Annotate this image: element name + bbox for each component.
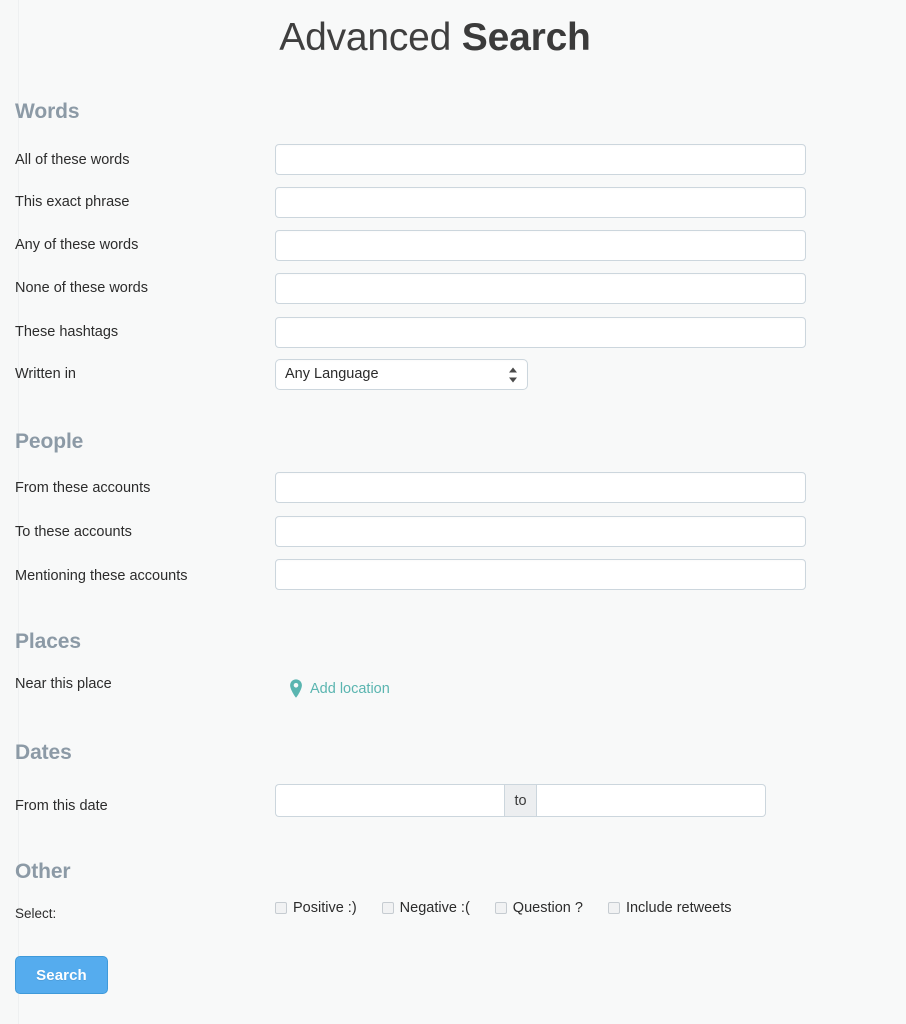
input-none-of-these-words[interactable] — [275, 273, 806, 304]
checkbox-item-include-retweets[interactable]: Include retweets — [607, 899, 732, 917]
input-all-of-these-words[interactable] — [275, 144, 806, 175]
label-near-this-place: Near this place — [15, 676, 112, 692]
checkbox-positive[interactable] — [275, 902, 287, 914]
page-title-light: Advanced — [279, 16, 462, 59]
sentiment-checkbox-row: Positive :) Negative :( Question ? Inclu… — [275, 899, 732, 917]
label-mentioning-these-accounts: Mentioning these accounts — [15, 568, 188, 584]
select-written-in[interactable]: Any Language — [275, 359, 528, 390]
add-location-label: Add location — [310, 680, 390, 697]
date-range-group: to — [275, 784, 766, 817]
label-written-in: Written in — [15, 366, 76, 382]
input-date-to[interactable] — [537, 784, 766, 817]
input-any-of-these-words[interactable] — [275, 230, 806, 261]
date-range-separator: to — [504, 784, 537, 817]
label-these-hashtags: These hashtags — [15, 324, 119, 340]
input-mentioning-these-accounts[interactable] — [275, 559, 806, 590]
checkbox-question[interactable] — [494, 902, 507, 914]
label-this-exact-phrase: This exact phrase — [15, 194, 130, 210]
section-heading-dates: Dates — [15, 741, 72, 764]
label-all-of-these-words: All of these words — [15, 152, 130, 168]
map-pin-icon — [290, 679, 302, 698]
checkbox-label-positive: Positive :) — [293, 900, 357, 916]
label-none-of-these-words: None of these words — [15, 280, 148, 296]
select-stepper-arrows-icon — [509, 366, 518, 383]
checkbox-include-retweets[interactable] — [607, 902, 620, 914]
label-from-this-date: From this date — [15, 798, 108, 814]
input-this-exact-phrase[interactable] — [275, 187, 806, 218]
page-title: Advanced Search — [0, 14, 870, 62]
checkbox-item-question[interactable]: Question ? — [494, 899, 583, 917]
label-select: Select: — [15, 906, 57, 921]
checkbox-label-question: Question ? — [512, 900, 583, 916]
checkbox-negative[interactable] — [381, 902, 394, 914]
checkbox-label-negative: Negative :( — [399, 900, 470, 916]
checkbox-label-include-retweets: Include retweets — [625, 900, 732, 916]
input-to-these-accounts[interactable] — [275, 516, 806, 547]
section-heading-people: People — [15, 430, 84, 453]
advanced-search-page: Advanced Search Words All of these words… — [0, 0, 906, 1024]
section-heading-other: Other — [15, 860, 71, 883]
input-from-these-accounts[interactable] — [275, 472, 806, 503]
add-location-link[interactable]: Add location — [289, 679, 390, 698]
page-title-bold: Search — [461, 16, 591, 59]
search-button[interactable]: Search — [15, 956, 108, 994]
label-any-of-these-words: Any of these words — [15, 237, 139, 253]
checkbox-item-positive[interactable]: Positive :) — [275, 899, 357, 917]
input-these-hashtags[interactable] — [275, 317, 806, 348]
input-date-from[interactable] — [275, 784, 504, 817]
label-from-these-accounts: From these accounts — [15, 480, 151, 496]
section-heading-words: Words — [15, 100, 80, 123]
label-to-these-accounts: To these accounts — [15, 524, 132, 540]
section-heading-places: Places — [15, 630, 81, 653]
checkbox-item-negative[interactable]: Negative :( — [381, 899, 470, 917]
select-written-in-value: Any Language — [285, 366, 379, 382]
